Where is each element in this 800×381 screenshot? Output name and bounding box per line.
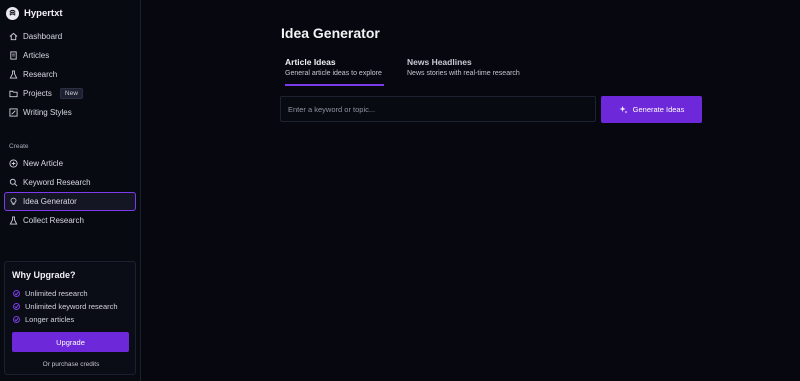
create-section-label: Create	[9, 143, 29, 150]
sidebar-item-label: Writing Styles	[23, 108, 72, 117]
home-icon	[9, 32, 18, 41]
sidebar-item-label: Research	[23, 70, 58, 79]
pencil-icon	[9, 108, 18, 117]
tab-article-ideas[interactable]: Article Ideas General article ideas to e…	[285, 57, 384, 86]
flask-icon	[9, 70, 18, 79]
sidebar-item-dashboard[interactable]: Dashboard	[4, 27, 136, 46]
plus-circle-icon	[9, 159, 18, 168]
sidebar-item-writing-styles[interactable]: Writing Styles	[4, 103, 136, 122]
tab-description: News stories with real-time research	[407, 70, 520, 77]
sidebar-item-articles[interactable]: Articles	[4, 46, 136, 65]
upgrade-benefit-label: Longer articles	[25, 315, 75, 324]
upgrade-benefit-label: Unlimited keyword research	[25, 302, 118, 311]
lightbulb-icon	[9, 197, 18, 206]
upgrade-benefit-label: Unlimited research	[25, 289, 88, 298]
brand[interactable]: Hypertxt	[6, 5, 63, 21]
upgrade-title: Why Upgrade?	[12, 270, 76, 280]
upgrade-benefit: Unlimited research	[13, 289, 88, 298]
tab-label: Article Ideas	[285, 57, 336, 67]
sidebar-item-new-article[interactable]: New Article	[4, 154, 136, 173]
sidebar-item-keyword-research[interactable]: Keyword Research	[4, 173, 136, 192]
sidebar-item-research[interactable]: Research	[4, 65, 136, 84]
check-circle-icon	[13, 316, 20, 323]
sparkles-icon	[619, 105, 628, 114]
tab-news-headlines[interactable]: News Headlines News stories with real-ti…	[407, 57, 520, 77]
keyword-input[interactable]	[280, 96, 596, 122]
document-icon	[9, 51, 18, 60]
sidebar-item-label: Collect Research	[23, 216, 84, 225]
flask-icon	[9, 216, 18, 225]
sidebar-item-collect-research[interactable]: Collect Research	[4, 211, 136, 230]
check-circle-icon	[13, 290, 20, 297]
app-name: Hypertxt	[24, 7, 63, 19]
upgrade-card: Why Upgrade? Unlimited research Unlimite…	[4, 261, 136, 375]
tab-label: News Headlines	[407, 57, 472, 67]
upgrade-button[interactable]: Upgrade	[12, 332, 129, 352]
check-circle-icon	[13, 303, 20, 310]
sidebar-item-label: Dashboard	[23, 32, 63, 41]
upgrade-benefit: Unlimited keyword research	[13, 302, 118, 311]
sidebar-item-label: New Article	[23, 159, 64, 168]
sidebar-item-label: Projects	[23, 89, 52, 98]
sidebar-item-label: Articles	[23, 51, 50, 60]
generate-ideas-label: Generate Ideas	[632, 105, 685, 114]
page-title: Idea Generator	[281, 25, 380, 41]
sidebar-item-idea-generator[interactable]: Idea Generator	[4, 192, 136, 211]
generate-ideas-button[interactable]: Generate Ideas	[601, 96, 702, 123]
purchase-credits-link[interactable]: Or purchase credits	[5, 361, 137, 368]
new-badge: New	[59, 88, 83, 99]
main-nav: Dashboard Articles Research Projects New…	[4, 27, 136, 122]
search-icon	[9, 178, 18, 187]
tab-description: General article ideas to explore	[285, 70, 382, 77]
upgrade-benefit: Longer articles	[13, 315, 74, 324]
sidebar-item-projects[interactable]: Projects New	[4, 84, 136, 103]
create-nav: New Article Keyword Research Idea Genera…	[4, 154, 136, 230]
sidebar: Hypertxt Dashboard Articles Research Pro…	[0, 0, 141, 381]
sidebar-item-label: Keyword Research	[23, 178, 91, 187]
hypertxt-logo-icon	[6, 6, 19, 20]
folder-icon	[9, 89, 18, 98]
sidebar-item-label: Idea Generator	[23, 197, 77, 206]
